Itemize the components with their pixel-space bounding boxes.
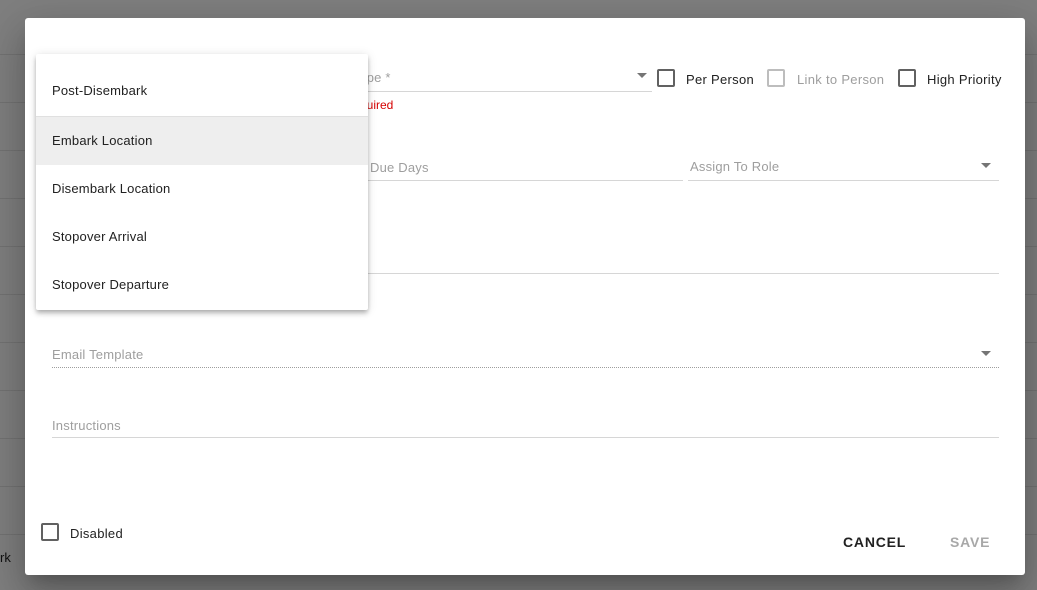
menu-item-stopover-departure[interactable]: Stopover Departure — [36, 261, 368, 309]
high-priority-checkbox[interactable] — [898, 69, 916, 87]
email-template-caret-icon[interactable] — [981, 351, 991, 356]
menu-item-embark-location[interactable]: Embark Location — [36, 117, 368, 165]
due-days-label[interactable]: Due Days — [370, 160, 429, 175]
per-person-checkbox[interactable] — [657, 69, 675, 87]
assign-to-role-label[interactable]: Assign To Role — [690, 159, 779, 174]
type-dropdown-caret-icon[interactable] — [637, 73, 647, 78]
email-template-underline — [52, 367, 999, 368]
assign-to-role-underline — [688, 180, 999, 181]
menu-item-disembark-location[interactable]: Disembark Location — [36, 165, 368, 213]
menu-item-post-disembark[interactable]: Post-Disembark — [36, 67, 368, 115]
cancel-button[interactable]: CANCEL — [843, 534, 906, 550]
link-to-person-checkbox[interactable] — [767, 69, 785, 87]
disabled-checkbox[interactable] — [41, 523, 59, 541]
per-person-label[interactable]: Per Person — [686, 72, 754, 87]
instructions-label[interactable]: Instructions — [52, 418, 121, 433]
type-field-underline — [360, 91, 652, 92]
link-to-person-label[interactable]: Link to Person — [797, 72, 884, 87]
task-dialog: ype * quired Per Person Link to Person H… — [25, 18, 1025, 575]
save-button[interactable]: SAVE — [950, 534, 990, 550]
menu-item-stopover-arrival[interactable]: Stopover Arrival — [36, 213, 368, 261]
high-priority-label[interactable]: High Priority — [927, 72, 1002, 87]
type-dropdown-menu: Post-Disembark Embark Location Disembark… — [36, 54, 368, 310]
instructions-underline — [52, 437, 999, 438]
hidden-field-underline — [365, 273, 999, 274]
due-days-underline — [365, 180, 683, 181]
email-template-label[interactable]: Email Template — [52, 347, 143, 362]
assign-to-role-caret-icon[interactable] — [981, 163, 991, 168]
disabled-checkbox-label[interactable]: Disabled — [70, 526, 123, 541]
